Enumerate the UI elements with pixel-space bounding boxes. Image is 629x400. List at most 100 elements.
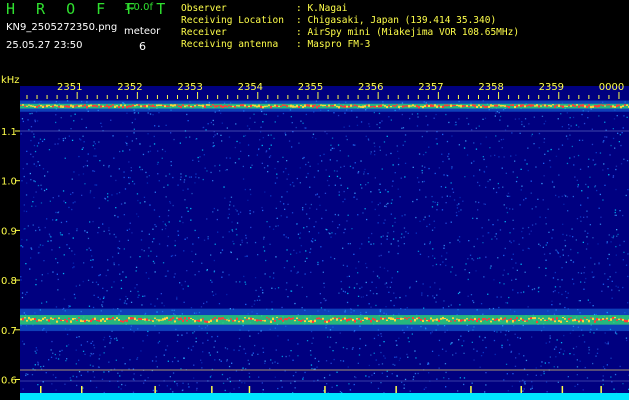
signal-point (316, 106, 318, 109)
noise-speck (119, 150, 121, 153)
noise-speck (160, 293, 162, 295)
noise-speck (152, 238, 155, 240)
noise-speck (285, 134, 287, 136)
noise-speck (602, 379, 604, 381)
noise-speck (364, 208, 366, 210)
noise-speck (52, 352, 54, 354)
noise-speck (322, 271, 324, 273)
time-label: 2356 (358, 82, 383, 93)
noise-speck (561, 279, 563, 281)
noise-speck (386, 375, 388, 378)
signal-point (216, 319, 218, 322)
noise-speck (113, 157, 115, 159)
noise-speck (615, 285, 617, 287)
noise-speck (376, 293, 378, 295)
signal-point (236, 105, 238, 107)
noise-speck (155, 356, 157, 358)
noise-speck (87, 153, 89, 155)
noise-speck (296, 223, 298, 225)
noise-speck (383, 267, 386, 269)
noise-speck (74, 253, 76, 256)
noise-speck (352, 144, 355, 146)
noise-speck (78, 155, 80, 158)
noise-speck (563, 334, 565, 337)
signal-point (582, 319, 584, 323)
noise-speck (113, 263, 115, 266)
signal-point (262, 320, 264, 322)
noise-speck (210, 121, 212, 124)
signal-point (48, 319, 50, 322)
noise-speck (147, 133, 149, 135)
noise-speck (147, 112, 149, 114)
noise-speck (262, 389, 264, 391)
signal-point (398, 105, 400, 109)
noise-speck (102, 297, 105, 299)
signal-point (620, 105, 622, 109)
signal-point (354, 320, 356, 323)
signal-point (102, 105, 104, 108)
noise-speck (473, 301, 475, 304)
signal-point (580, 104, 582, 107)
signal-point (584, 317, 586, 319)
noise-speck (32, 156, 34, 158)
noise-speck (612, 237, 614, 239)
noise-speck (617, 132, 619, 134)
noise-speck (320, 302, 322, 304)
signal-point (270, 105, 272, 109)
noise-speck (321, 160, 323, 162)
noise-speck (297, 355, 299, 357)
noise-speck (71, 178, 73, 180)
noise-speck (282, 171, 285, 173)
signal-point (316, 317, 318, 320)
noise-speck (461, 345, 463, 347)
signal-point (60, 319, 62, 322)
noise-speck (362, 296, 364, 298)
noise-speck (415, 232, 417, 234)
noise-speck (210, 254, 212, 256)
noise-speck (577, 184, 579, 186)
noise-speck (482, 235, 484, 237)
noise-speck (30, 153, 32, 155)
noise-speck (93, 344, 95, 346)
noise-speck (458, 236, 461, 238)
signal-point (318, 317, 320, 320)
noise-speck (404, 162, 407, 164)
noise-speck (606, 364, 608, 366)
signal-point (592, 105, 594, 108)
noise-speck (52, 271, 54, 273)
noise-speck (262, 351, 265, 353)
noise-speck (317, 163, 319, 165)
signal-point (102, 318, 104, 321)
noise-speck (269, 367, 271, 370)
noise-speck (396, 344, 398, 346)
noise-speck (235, 370, 238, 372)
signal-point (558, 320, 560, 322)
noise-speck (101, 304, 103, 306)
noise-speck (136, 357, 139, 359)
noise-speck (174, 254, 177, 257)
signal-point (176, 317, 178, 319)
signal-point (90, 319, 92, 323)
signal-point (484, 105, 486, 108)
noise-speck (313, 226, 315, 228)
noise-speck (485, 256, 487, 258)
noise-speck (371, 232, 373, 235)
signal-point (124, 104, 126, 107)
noise-speck (586, 216, 588, 218)
noise-speck (346, 301, 349, 304)
noise-speck (165, 124, 167, 126)
signal-point (330, 318, 332, 321)
noise-speck (244, 382, 246, 384)
noise-speck (432, 248, 434, 250)
signal-point (514, 106, 516, 109)
noise-speck (555, 194, 557, 197)
noise-speck (35, 191, 37, 193)
noise-speck (597, 348, 599, 350)
signal-point (432, 319, 434, 322)
noise-speck (522, 237, 524, 239)
noise-speck (557, 381, 559, 383)
noise-speck (247, 199, 249, 201)
noise-speck (177, 230, 179, 232)
noise-speck (478, 184, 481, 187)
noise-speck (476, 217, 478, 220)
